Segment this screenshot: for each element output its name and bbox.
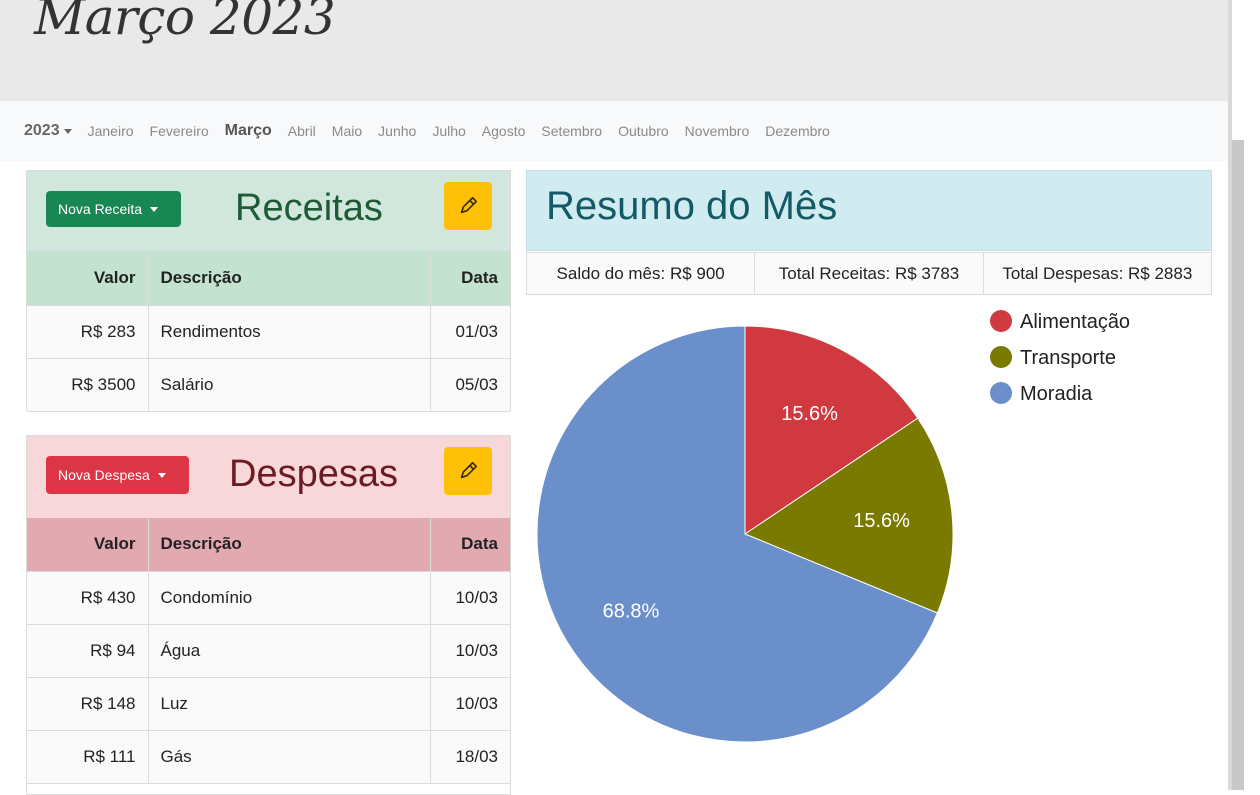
edit-receitas-button[interactable] [444,182,492,230]
month-link-outubro[interactable]: Outubro [618,123,669,139]
legend-swatch [990,310,1012,332]
table-row[interactable]: R$ 111 Gás 18/03 [27,730,510,784]
cell-descricao: Condomínio [148,571,431,625]
legend-label: Transporte [1020,347,1116,369]
caret-down-icon [63,128,72,134]
scrollbar-thumb[interactable] [1232,140,1244,790]
table-row[interactable]: R$ 430 Condomínio 10/03 [27,571,510,625]
cell-data: 18/03 [430,730,510,784]
month-links: Janeiro Fevereiro Março Abril Maio Junho Julho… [88,122,846,140]
page-scrollbar[interactable] [1228,0,1260,790]
page-header: Março 2023 [0,0,1228,101]
month-link-julho[interactable]: Julho [432,123,465,139]
cell-data: 10/03 [430,624,510,678]
receitas-panel: Nova Receita Receitas Valor Descrição Da… [26,170,511,412]
legend-item[interactable]: Transporte [990,346,1116,369]
legend-label: Alimentação [1020,311,1130,333]
resumo-stats: Saldo do mês: R$ 900 Total Receitas: R$ … [526,252,1212,295]
despesas-header: Nova Despesa Despesas [27,436,510,518]
pencil-icon [460,196,478,214]
column-header-data[interactable]: Data [430,251,510,306]
nova-receita-label: Nova Receita [58,201,143,217]
table-row[interactable]: R$ 283 Rendimentos 01/03 [27,305,510,359]
page-title: Março 2023 [34,0,336,46]
caret-down-icon [150,206,159,212]
table-row[interactable]: R$ 94 Água 10/03 [27,624,510,678]
cell-descricao: Salário [148,358,431,412]
cell-valor: R$ 430 [27,571,149,625]
pie-value-label: 68.8% [603,600,660,622]
month-link-junho[interactable]: Junho [378,123,416,139]
receitas-header: Nova Receita Receitas [27,171,510,251]
resumo-header: Resumo do Mês [526,170,1212,251]
cell-descricao: Luz [148,677,431,731]
pie-chart-svg: 15.6% 15.6% 68.8% Alimentação Transporte Mora… [536,310,1130,743]
month-link-fevereiro[interactable]: Fevereiro [150,123,209,139]
table-header-row: Valor Descrição Data [27,518,510,572]
table-row[interactable]: R$ 3500 Salário 05/03 [27,358,510,412]
cell-valor: R$ 148 [27,677,149,731]
cell-data: 05/03 [430,358,510,412]
cell-data: 10/03 [430,677,510,731]
cell-valor: R$ 94 [27,624,149,678]
month-link-marco[interactable]: Março [225,122,272,140]
month-link-abril[interactable]: Abril [288,123,316,139]
table-row[interactable]: R$ 148 Luz 10/03 [27,677,510,731]
pencil-icon [460,461,478,479]
legend-item[interactable]: Alimentação [990,310,1130,333]
saldo-stat: Saldo do mês: R$ 900 [527,253,756,294]
cell-descricao: Rendimentos [148,305,431,359]
total-despesas-stat: Total Despesas: R$ 2883 [1002,263,1193,283]
month-link-janeiro[interactable]: Janeiro [88,123,134,139]
column-header-valor[interactable]: Valor [27,518,149,572]
edit-despesas-button[interactable] [444,447,492,495]
total-receitas-stat: Total Receitas: R$ 3783 [755,253,984,294]
cell-valor: R$ 283 [27,305,149,359]
legend-label: Moradia [1020,383,1093,405]
receitas-title: Receitas [235,187,383,229]
cell-valor: R$ 3500 [27,358,149,412]
resumo-panel: Resumo do Mês Saldo do mês: R$ 900 Total… [526,170,1212,295]
cell-data: 10/03 [430,571,510,625]
receitas-table: Valor Descrição Data R$ 283 Rendimentos … [27,251,510,412]
despesas-panel: Nova Despesa Despesas Valor Descrição Da… [26,435,511,795]
cell-descricao: Gás [148,730,431,784]
month-link-maio[interactable]: Maio [332,123,362,139]
column-header-valor[interactable]: Valor [27,251,149,306]
despesas-title: Despesas [229,453,398,495]
column-header-data[interactable]: Data [430,518,510,572]
caret-down-icon [157,472,166,478]
cell-data: 01/03 [430,305,510,359]
month-link-setembro[interactable]: Setembro [541,123,602,139]
nova-despesa-label: Nova Despesa [58,467,150,483]
year-dropdown[interactable]: 2023 [24,122,72,140]
year-label: 2023 [24,122,60,139]
despesas-table: Valor Descrição Data R$ 430 Condomínio 1… [27,518,510,784]
expense-pie-chart: 15.6% 15.6% 68.8% Alimentação Transporte Mora… [526,300,1226,790]
legend-swatch [990,346,1012,368]
legend-swatch [990,382,1012,404]
cell-valor: R$ 111 [27,730,149,784]
month-link-dezembro[interactable]: Dezembro [765,123,830,139]
month-link-agosto[interactable]: Agosto [482,123,526,139]
resumo-title: Resumo do Mês [546,184,838,228]
column-header-descricao[interactable]: Descrição [148,518,431,572]
nova-receita-button[interactable]: Nova Receita [46,191,181,227]
month-link-novembro[interactable]: Novembro [685,123,750,139]
legend-item[interactable]: Moradia [990,382,1093,405]
month-navbar: 2023 Janeiro Fevereiro Março Abril Maio Junho… [0,101,1228,161]
pie-value-label: 15.6% [853,510,910,532]
nova-despesa-button[interactable]: Nova Despesa [46,456,189,494]
column-header-descricao[interactable]: Descrição [148,251,431,306]
table-header-row: Valor Descrição Data [27,251,510,306]
cell-descricao: Água [148,624,431,678]
pie-value-label: 15.6% [781,403,838,425]
